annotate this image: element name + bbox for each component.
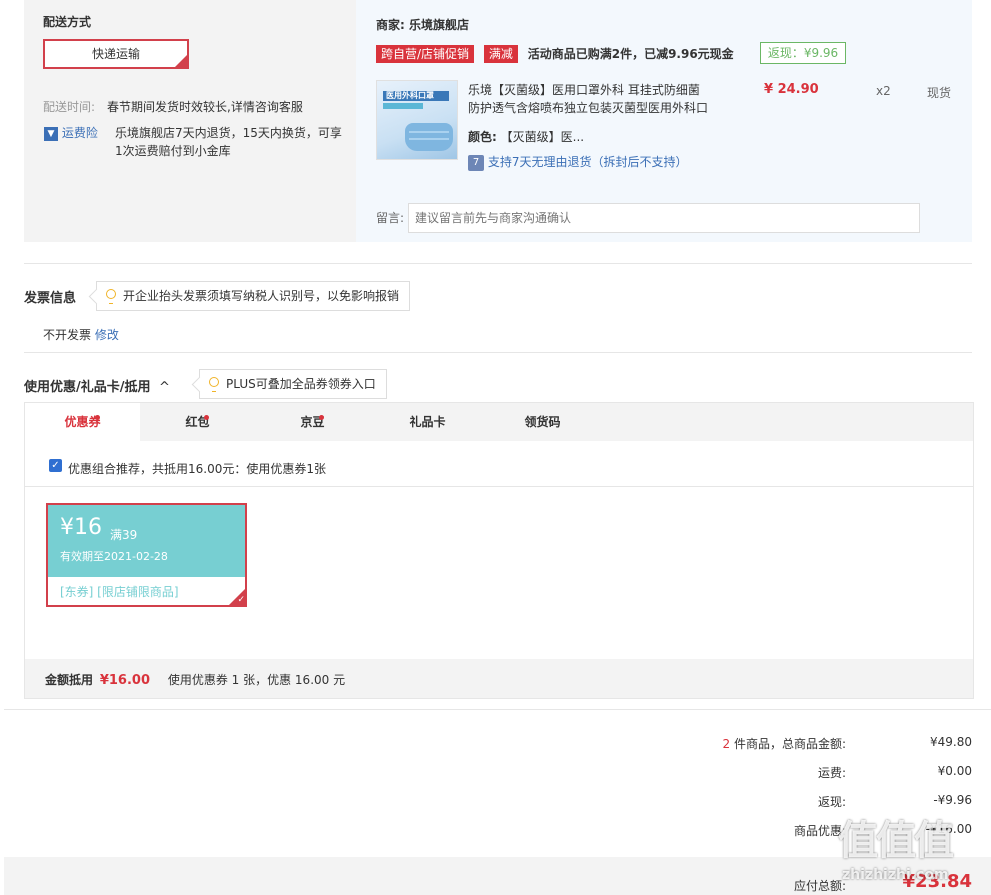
rebate-badge: 返现：¥9.96 xyxy=(760,42,846,64)
product-image[interactable]: 医用外科口罩 xyxy=(376,80,458,160)
page-divider xyxy=(4,709,991,710)
section-divider xyxy=(24,352,972,353)
express-delivery-option[interactable]: 快递运输 xyxy=(43,39,189,69)
section-divider xyxy=(24,263,972,264)
package-sub xyxy=(383,103,423,109)
coupon-tags: [东券] [限店铺限商品] xyxy=(60,585,179,599)
delivery-time-label: 配送时间: xyxy=(43,100,96,114)
product-price: ¥ 24.90 xyxy=(764,82,819,97)
coupon-card[interactable]: ¥16 满39 有效期至2021-02-28 [东券] [限店铺限商品] xyxy=(46,503,247,607)
summary-total-row: 2 件商品，总商品金额: xyxy=(646,735,846,752)
coupon-card-header: ¥16 满39 有效期至2021-02-28 xyxy=(48,505,245,577)
invoice-edit-link[interactable]: 修改 xyxy=(95,328,119,342)
coupon-amount: ¥16 xyxy=(60,515,102,540)
color-value: 【灭菌级】医... xyxy=(500,130,585,144)
insurance-link[interactable]: 运费险 xyxy=(62,126,98,140)
deduction-desc: 使用优惠券 1 张，优惠 16.00 元 xyxy=(167,673,346,687)
coupon-expiry: 有效期至2021-02-28 xyxy=(60,550,168,563)
invoice-title: 发票信息 xyxy=(24,291,77,306)
pay-label: 应付总额: xyxy=(793,879,846,893)
product-qty: x2 xyxy=(876,84,891,98)
return-policy: 7 支持7天无理由退货（拆封后不支持） xyxy=(468,153,687,171)
coupon-section-title[interactable]: 使用优惠/礼品卡/抵用 ^ xyxy=(24,376,170,395)
message-input[interactable] xyxy=(408,203,920,233)
watermark-site: zhizhizhi.com xyxy=(842,867,949,883)
shipping-insurance[interactable]: ▼ 运费险 xyxy=(44,124,98,141)
recommend-text: 优惠组合推荐，共抵用16.00元：使用优惠券1张 xyxy=(68,462,326,476)
plus-coupon-tip-text: PLUS可叠加全品券领券入口 xyxy=(226,377,376,391)
delivery-title: 配送方式 xyxy=(43,15,92,29)
rebate-label: 返现: xyxy=(817,795,846,809)
promo-tag-store: 跨自营/店铺促销 xyxy=(376,45,475,63)
mask-pleat xyxy=(409,138,449,140)
tab-gift-card[interactable]: 礼品卡 xyxy=(370,403,485,441)
shipping-value: ¥0.00 xyxy=(937,764,972,778)
total-value: ¥49.80 xyxy=(930,735,972,749)
plus-coupon-tip[interactable]: PLUS可叠加全品券领券入口 xyxy=(199,369,387,399)
invoice-tip-text: 开企业抬头发票须填写纳税人识别号，以免影响报销 xyxy=(123,289,400,303)
invoice-tip: 开企业抬头发票须填写纳税人识别号，以免影响报销 xyxy=(96,281,411,311)
selected-check-icon xyxy=(229,589,245,605)
rebate-value: -¥9.96 xyxy=(933,793,972,807)
tab-redeem-code[interactable]: 领货码 xyxy=(485,403,600,441)
return-7days-icon: 7 xyxy=(468,154,484,171)
insurance-desc-2: 1次运费赔付到小金库 xyxy=(115,144,231,158)
invoice-status-text: 不开发票 xyxy=(43,328,92,342)
lightbulb-icon xyxy=(209,377,219,392)
tab-coupons[interactable]: 优惠券 xyxy=(25,403,140,441)
return-policy-text: 支持7天无理由退货（拆封后不支持） xyxy=(487,155,688,169)
insurance-desc-1: 乐境旗舰店7天内退货，15天内换货，可享 xyxy=(115,126,342,140)
deduction-label: 金额抵用 xyxy=(45,673,94,687)
package-title: 医用外科口罩 xyxy=(386,91,434,100)
product-color: 颜色: 【灭菌级】医... xyxy=(468,128,584,145)
coupon-footer-summary: 金额抵用 ¥16.00 使用优惠券 1 张，优惠 16.00 元 xyxy=(45,671,345,688)
lightbulb-icon xyxy=(106,289,116,304)
recommend-checkbox[interactable]: ✓ xyxy=(49,459,62,472)
new-dot-icon xyxy=(319,415,324,420)
tab-jingdou[interactable]: 京豆 xyxy=(255,403,370,441)
color-label: 颜色: xyxy=(468,130,497,144)
merchant-name: 乐境旗舰店 xyxy=(409,18,470,32)
promo-tag-discount: 满减 xyxy=(483,45,518,63)
merchant-header: 商家: 乐境旗舰店 xyxy=(376,16,469,33)
promo-text: 活动商品已购满2件，已减9.96元现金 xyxy=(527,47,734,61)
promo-tags: 跨自营/店铺促销 满减 活动商品已购满2件，已减9.96元现金 xyxy=(376,45,734,63)
selected-check-icon xyxy=(175,42,188,68)
watermark-logo: 值值值 xyxy=(838,818,954,864)
item-count: 2 xyxy=(722,737,731,751)
tab-gift-card-label: 礼品卡 xyxy=(409,415,446,429)
stock-status: 现货 xyxy=(927,86,952,100)
insurance-shield-icon: ▼ xyxy=(44,126,58,141)
message-label: 留言: xyxy=(376,211,405,225)
express-delivery-label: 快递运输 xyxy=(91,47,140,61)
new-dot-icon xyxy=(204,415,209,420)
total-label: 件商品，总商品金额: xyxy=(733,737,846,751)
chevron-up-icon[interactable]: ^ xyxy=(159,380,170,395)
merchant-label: 商家: xyxy=(376,18,405,32)
new-dot-icon xyxy=(95,415,100,420)
coupon-divider xyxy=(25,486,973,487)
shipping-label: 运费: xyxy=(817,766,846,780)
coupon-title-text: 使用优惠/礼品卡/抵用 xyxy=(24,380,151,395)
invoice-status: 不开发票 修改 xyxy=(43,326,119,343)
deduction-amount: ¥16.00 xyxy=(99,673,151,688)
product-title-line2[interactable]: 防护透气含熔喷布独立包装灭菌型医用外科口 xyxy=(468,99,708,116)
tab-red-packets[interactable]: 红包 xyxy=(140,403,255,441)
coupon-condition: 满39 xyxy=(110,528,138,542)
delivery-time-value: 春节期间发货时效较长,详情咨询客服 xyxy=(107,100,303,114)
mask-shape xyxy=(405,123,453,151)
mask-pleat xyxy=(409,131,449,133)
tab-redeem-code-label: 领货码 xyxy=(524,415,561,429)
product-title-line1[interactable]: 乐境【灭菌级】医用口罩外科 耳挂式防细菌 xyxy=(468,81,700,98)
discount-label: 商品优惠: xyxy=(793,824,846,838)
delivery-panel xyxy=(24,0,356,242)
